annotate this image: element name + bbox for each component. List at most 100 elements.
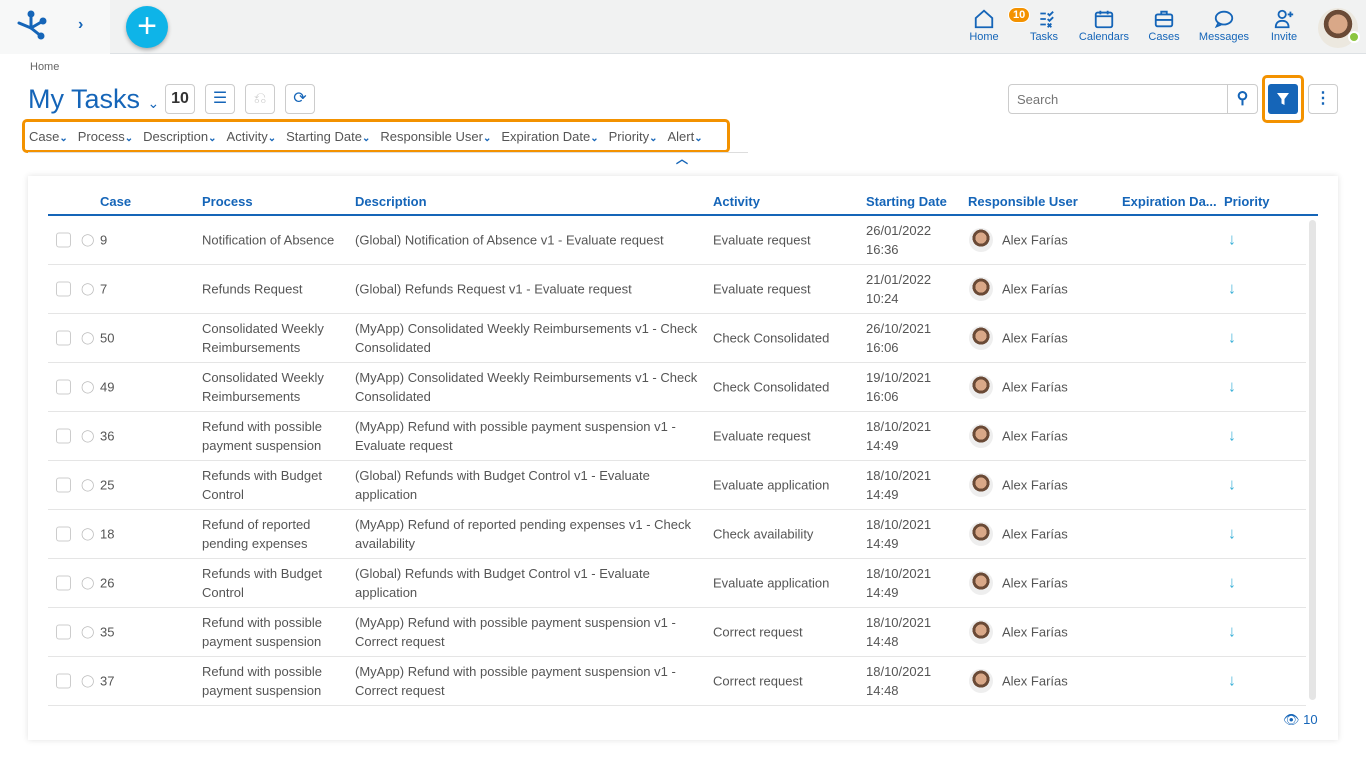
column-toggle-alert[interactable]: Alert⌄ bbox=[667, 129, 702, 144]
column-toggle-description[interactable]: Description⌄ bbox=[143, 129, 216, 144]
column-toggle-responsible-user[interactable]: Responsible User⌄ bbox=[380, 129, 491, 144]
comment-icon[interactable]: ◯ bbox=[81, 623, 94, 642]
page-title[interactable]: My Tasks ⌄ bbox=[28, 84, 159, 115]
description: (Global) Refunds Request v1 - Evaluate r… bbox=[355, 281, 632, 297]
responsible-user: Alex Farías bbox=[1002, 624, 1068, 640]
nav-calendars[interactable]: Calendars bbox=[1074, 8, 1134, 43]
starting-date: 18/10/2021 14:48 bbox=[866, 613, 956, 651]
table-row[interactable]: ◯ 50 Consolidated Weekly Reimbursements … bbox=[48, 314, 1306, 363]
case-number[interactable]: 49 bbox=[100, 378, 114, 397]
row-checkbox[interactable] bbox=[56, 673, 71, 689]
activity: Check Consolidated bbox=[713, 330, 830, 346]
comment-icon[interactable]: ◯ bbox=[81, 231, 94, 250]
case-number[interactable]: 36 bbox=[100, 427, 114, 446]
row-checkbox[interactable] bbox=[56, 526, 71, 542]
comment-icon[interactable]: ◯ bbox=[81, 329, 94, 348]
description: (MyApp) Consolidated Weekly Reimbursemen… bbox=[355, 370, 698, 404]
case-number[interactable]: 37 bbox=[100, 672, 114, 691]
case-number[interactable]: 26 bbox=[100, 574, 114, 593]
process: Refunds Request bbox=[202, 281, 303, 297]
comment-icon[interactable]: ◯ bbox=[81, 476, 94, 495]
calendar-icon bbox=[1094, 10, 1114, 29]
breadcrumb[interactable]: Home bbox=[30, 61, 59, 73]
comment-icon[interactable]: ◯ bbox=[81, 672, 94, 691]
column-toggle-starting-date[interactable]: Starting Date⌄ bbox=[286, 129, 370, 144]
column-header[interactable]: Priority bbox=[1224, 194, 1270, 209]
column-label: Process bbox=[77, 128, 125, 144]
row-checkbox[interactable] bbox=[56, 232, 71, 248]
nav-cases[interactable]: Cases bbox=[1134, 8, 1194, 43]
logo-icon[interactable] bbox=[14, 10, 48, 40]
column-header[interactable]: Description bbox=[355, 194, 427, 209]
column-toggle-activity[interactable]: Activity⌄ bbox=[227, 129, 277, 144]
more-options-button[interactable]: ⋮ bbox=[1308, 84, 1338, 114]
date: 21/01/2022 bbox=[866, 272, 932, 287]
column-toggle-case[interactable]: Case⌄ bbox=[29, 129, 68, 144]
expand-sidebar-icon[interactable]: › bbox=[78, 16, 83, 34]
column-header[interactable]: Process bbox=[202, 194, 253, 209]
table-row[interactable]: ◯ 18 Refund of reported pending expenses… bbox=[48, 510, 1306, 559]
column-label: Activity bbox=[226, 128, 268, 144]
comment-icon[interactable]: ◯ bbox=[81, 574, 94, 593]
case-number[interactable]: 18 bbox=[100, 525, 114, 544]
case-number[interactable]: 25 bbox=[100, 476, 114, 495]
column-header[interactable]: Responsible User bbox=[968, 194, 1078, 209]
table-row[interactable]: ◯ 9 Notification of Absence (Global) Not… bbox=[48, 216, 1306, 265]
column-toggle-priority[interactable]: Priority⌄ bbox=[609, 129, 658, 144]
priority-low-icon: ↓ bbox=[1228, 280, 1236, 298]
table-row[interactable]: ◯ 36 Refund with possible payment suspen… bbox=[48, 412, 1306, 461]
table-row[interactable]: ◯ 49 Consolidated Weekly Reimbursements … bbox=[48, 363, 1306, 412]
responsible-user: Alex Farías bbox=[1002, 232, 1068, 248]
comment-icon[interactable]: ◯ bbox=[81, 525, 94, 544]
row-checkbox[interactable] bbox=[56, 477, 71, 493]
description: (Global) Refunds with Budget Control v1 … bbox=[355, 468, 650, 502]
case-number[interactable]: 9 bbox=[100, 231, 107, 250]
row-checkbox[interactable] bbox=[56, 379, 71, 395]
column-header[interactable]: Expiration Da... bbox=[1122, 194, 1217, 209]
row-checkbox[interactable] bbox=[56, 575, 71, 591]
row-checkbox[interactable] bbox=[56, 330, 71, 346]
visible-count-value: 10 bbox=[1303, 712, 1318, 727]
nav-messages[interactable]: Messages bbox=[1194, 8, 1254, 43]
comment-icon[interactable]: ◯ bbox=[81, 427, 94, 446]
date: 19/10/2021 bbox=[866, 370, 932, 385]
column-label: Description bbox=[143, 128, 209, 144]
date: 18/10/2021 bbox=[866, 615, 932, 630]
column-toggle-expiration-date[interactable]: Expiration Date⌄ bbox=[501, 129, 598, 144]
nav-tasks[interactable]: Tasks 10 bbox=[1008, 7, 1074, 43]
chevron-down-icon: ⌄ bbox=[482, 132, 492, 144]
row-checkbox[interactable] bbox=[56, 428, 71, 444]
refresh-button[interactable]: ⟳ bbox=[285, 84, 315, 114]
column-header[interactable]: Activity bbox=[713, 194, 760, 209]
column-toggle-process[interactable]: Process⌄ bbox=[78, 129, 133, 144]
row-checkbox[interactable] bbox=[56, 624, 71, 640]
column-header[interactable]: Case bbox=[100, 194, 131, 209]
table-row[interactable]: ◯ 7 Refunds Request (Global) Refunds Req… bbox=[48, 265, 1306, 314]
comment-icon[interactable]: ◯ bbox=[81, 280, 94, 299]
nav-label: Cases bbox=[1148, 31, 1180, 43]
scrollbar[interactable] bbox=[1309, 220, 1316, 700]
responsible-user: Alex Farías bbox=[1002, 526, 1068, 542]
activity: Evaluate request bbox=[713, 428, 811, 444]
column-header[interactable]: Starting Date bbox=[866, 194, 947, 209]
row-checkbox[interactable] bbox=[56, 281, 71, 297]
chevron-down-icon: ⌄ bbox=[124, 132, 134, 144]
comment-icon[interactable]: ◯ bbox=[81, 378, 94, 397]
case-number[interactable]: 50 bbox=[100, 329, 114, 348]
search-icon[interactable]: ⚲ bbox=[1227, 85, 1257, 113]
nav-home[interactable]: Home bbox=[954, 8, 1014, 43]
table-row[interactable]: ◯ 37 Refund with possible payment suspen… bbox=[48, 657, 1306, 706]
case-number[interactable]: 7 bbox=[100, 280, 107, 299]
invite-icon bbox=[1274, 9, 1294, 29]
case-number[interactable]: 35 bbox=[100, 623, 114, 642]
collapse-icon[interactable]: ︿ bbox=[676, 150, 688, 167]
settings-sliders-button[interactable]: ☰ bbox=[205, 84, 235, 114]
table-row[interactable]: ◯ 25 Refunds with Budget Control (Global… bbox=[48, 461, 1306, 510]
new-button[interactable]: + bbox=[126, 6, 168, 48]
nav-invite[interactable]: Invite bbox=[1254, 8, 1314, 43]
release-button[interactable]: ⎌ bbox=[245, 84, 275, 114]
table-row[interactable]: ◯ 26 Refunds with Budget Control (Global… bbox=[48, 559, 1306, 608]
filter-button[interactable] bbox=[1268, 84, 1298, 114]
table-row[interactable]: ◯ 35 Refund with possible payment suspen… bbox=[48, 608, 1306, 657]
search-input[interactable] bbox=[1009, 85, 1227, 113]
